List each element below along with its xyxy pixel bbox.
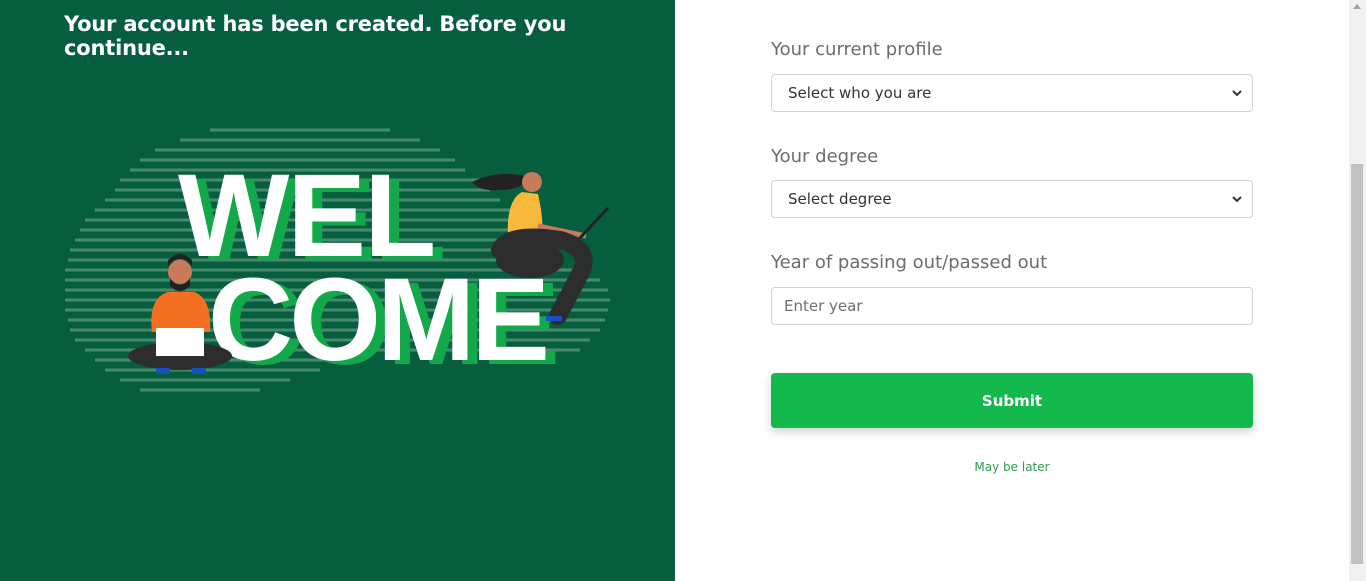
submit-button[interactable]: Submit [771, 373, 1253, 428]
profile-label: Your current profile [771, 39, 943, 60]
degree-select[interactable]: Select degree [771, 180, 1253, 218]
scroll-thumb[interactable] [1351, 164, 1363, 564]
profile-select-value: Select who you are [788, 84, 932, 102]
year-label: Year of passing out/passed out [771, 252, 1048, 273]
left-title: Your account has been created. Before yo… [64, 12, 567, 60]
right-panel: Your current profile Select who you are … [675, 0, 1350, 581]
degree-select-value: Select degree [788, 190, 892, 208]
left-panel: Your account has been created. Before yo… [0, 0, 675, 581]
degree-label: Your degree [771, 146, 879, 167]
welcome-text-line-2: COME [208, 254, 546, 386]
chevron-down-icon [1232, 196, 1242, 203]
year-input-placeholder: Enter year [784, 297, 863, 315]
vertical-scrollbar[interactable] [1349, 0, 1366, 581]
scroll-up-arrow-icon[interactable] [1353, 4, 1361, 9]
chevron-down-icon [1232, 90, 1242, 97]
welcome-illustration: WEL COME WEL COME [65, 128, 610, 392]
maybe-later-link[interactable]: May be later [771, 460, 1253, 474]
year-input[interactable]: Enter year [771, 287, 1253, 325]
profile-select[interactable]: Select who you are [771, 74, 1253, 112]
